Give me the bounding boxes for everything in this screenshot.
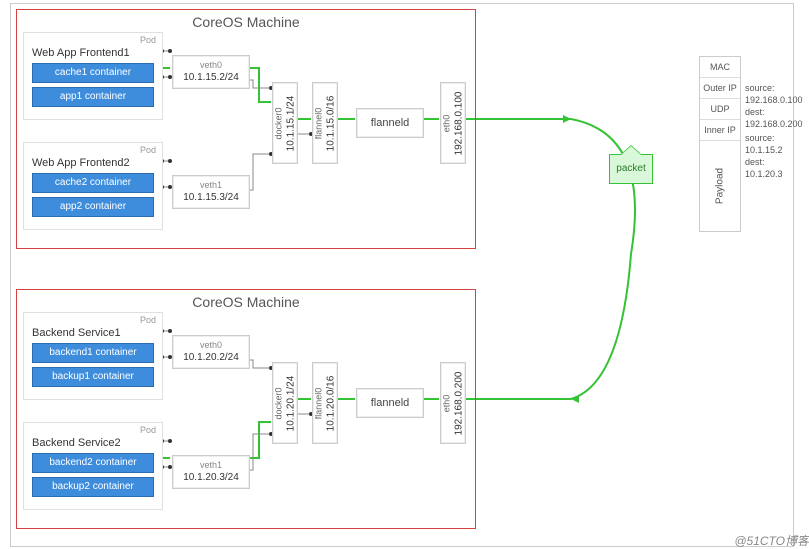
flanneld-box: flanneld [356,108,424,138]
flannel0-box: flannel010.1.15.0/16 [312,82,338,164]
pod-title: Web App Frontend1 [32,47,162,59]
pod-label: Pod [140,145,156,155]
veth0-box: veth0 10.1.20.2/24 [172,335,250,369]
stack-mac: MAC [700,57,740,78]
outer-ip-annotation: source: 192.168.0.100 dest: 192.168.0.20… [745,82,803,130]
stack-udp: UDP [700,99,740,120]
pod-label: Pod [140,35,156,45]
watermark: @51CTO博客 [734,532,809,549]
pod-title: Backend Service1 [32,327,162,339]
container-box: app1 container [32,87,154,107]
pod-label: Pod [140,315,156,325]
container-box: backup1 container [32,367,154,387]
inner-ip-annotation: source: 10.1.15.2 dest: 10.1.20.3 [745,132,793,180]
pod-frontend1: Pod Web App Frontend1 cache1 container a… [23,32,163,120]
coreos-machine-1: CoreOS Machine Pod Web App Frontend1 cac… [16,9,476,249]
flanneld-box: flanneld [356,388,424,418]
flannel0-box: flannel010.1.20.0/16 [312,362,338,444]
veth1-box: veth1 10.1.20.3/24 [172,455,250,489]
machine-title: CoreOS Machine [17,294,475,310]
machine-title: CoreOS Machine [17,14,475,30]
pod-title: Backend Service2 [32,437,162,449]
container-box: backend2 container [32,453,154,473]
container-box: backup2 container [32,477,154,497]
container-box: app2 container [32,197,154,217]
eth0-box: eth0192.168.0.100 [440,82,466,164]
docker0-box: docker010.1.20.1/24 [272,362,298,444]
container-box: backend1 container [32,343,154,363]
stack-payload: Payload [700,141,740,231]
eth0-box: eth0192.168.0.200 [440,362,466,444]
veth1-box: veth1 10.1.15.3/24 [172,175,250,209]
pod-label: Pod [140,425,156,435]
pod-frontend2: Pod Web App Frontend2 cache2 container a… [23,142,163,230]
packet-stack: MAC Outer IP UDP Inner IP Payload [699,56,741,232]
stack-outer-ip: Outer IP [700,78,740,99]
docker0-box: docker010.1.15.1/24 [272,82,298,164]
packet-icon: packet [609,154,653,184]
coreos-machine-2: CoreOS Machine Pod Backend Service1 back… [16,289,476,529]
pod-backend2: Pod Backend Service2 backend2 container … [23,422,163,510]
pod-backend1: Pod Backend Service1 backend1 container … [23,312,163,400]
container-box: cache1 container [32,63,154,83]
pod-title: Web App Frontend2 [32,157,162,169]
veth0-box: veth0 10.1.15.2/24 [172,55,250,89]
stack-inner-ip: Inner IP [700,120,740,141]
container-box: cache2 container [32,173,154,193]
